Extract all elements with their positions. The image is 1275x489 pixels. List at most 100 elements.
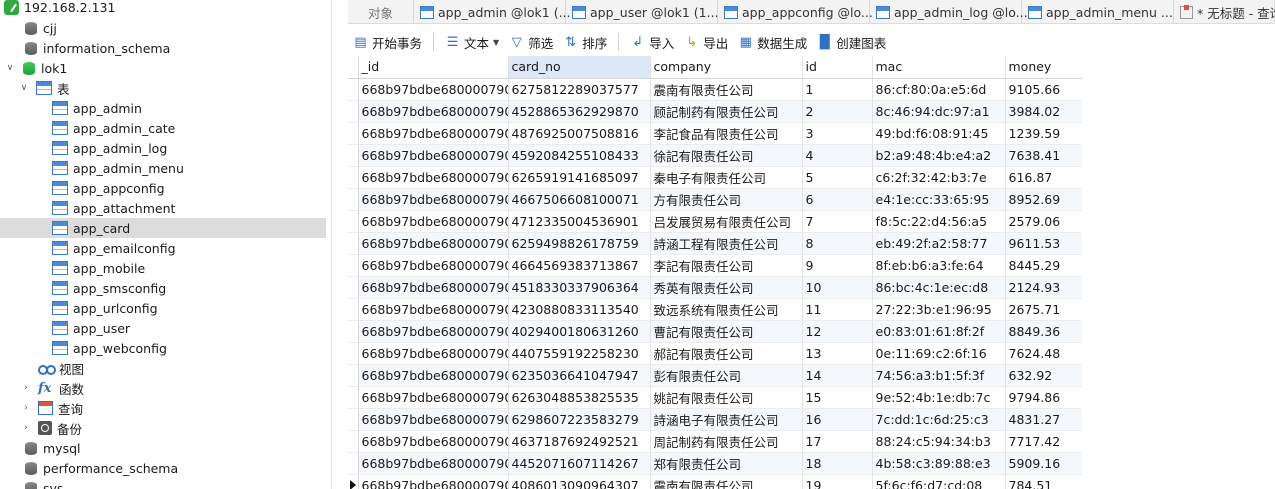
cell--id[interactable]: 668b97bdbe6800007900 (358, 386, 509, 409)
cell-card-no[interactable]: 6265919141685097 (508, 166, 651, 189)
row-indicator[interactable] (348, 100, 359, 123)
row-indicator[interactable] (348, 386, 359, 409)
cell--id[interactable]: 668b97bdbe6800007900 (358, 298, 509, 321)
create-chart-button[interactable]: ▐▌ 创建图表 (812, 29, 891, 55)
cell-id[interactable]: 7 (802, 210, 873, 233)
row-indicator[interactable] (348, 452, 359, 475)
data-generation-button[interactable]: ▦ 数据生成 (733, 29, 812, 55)
tab-app-admin-log[interactable]: app_admin_log @lo... (870, 0, 1028, 23)
row-indicator[interactable] (348, 276, 359, 299)
table-row[interactable]: 668b97bdbe6800007900 6275812289037577 震南有限… (348, 78, 1082, 101)
cell-money[interactable]: 8445.29 (1005, 254, 1082, 277)
cell-id[interactable]: 14 (802, 364, 873, 387)
begin-transaction-button[interactable]: ▤ 开始事务 (348, 29, 427, 55)
cell-company[interactable]: 吕发展贸易有限责任公司 (650, 210, 803, 233)
tree-views[interactable]: 视图 (38, 358, 331, 378)
sidebar-table-app-urlconfig[interactable]: app_urlconfig (0, 298, 326, 318)
cell-mac[interactable]: e0:83:01:61:8f:2f (872, 320, 1006, 343)
cell-money[interactable]: 5909.16 (1005, 452, 1082, 475)
table-row[interactable]: 668b97bdbe6800007900 4230880833113540 致远系统… (348, 298, 1082, 321)
column-header-mac[interactable]: mac (872, 56, 1006, 79)
chevron-right-icon[interactable]: › (20, 382, 32, 394)
table-row[interactable]: 668b97bdbe6800007900 6259498826178759 詩涵工程… (348, 232, 1082, 255)
cell-card-no[interactable]: 4528865362929870 (508, 100, 651, 123)
cell-mac[interactable]: e4:1e:cc:33:65:95 (872, 188, 1006, 211)
cell-card-no[interactable]: 4637187692492521 (508, 430, 651, 453)
column-header--id[interactable]: _id (358, 56, 509, 79)
cell-id[interactable]: 9 (802, 254, 873, 277)
cell-card-no[interactable]: 6275812289037577 (508, 78, 651, 101)
column-header-id[interactable]: id (802, 56, 873, 79)
table-row[interactable]: 668b97bdbe6800007900 4637187692492521 周記制药… (348, 430, 1082, 453)
tree-db-performance-schema[interactable]: performance_schema (24, 458, 331, 478)
cell-mac[interactable]: 8c:46:94:dc:97:a1 (872, 100, 1006, 123)
cell-money[interactable]: 9794.86 (1005, 386, 1082, 409)
row-indicator[interactable] (348, 474, 359, 489)
cell-id[interactable]: 12 (802, 320, 873, 343)
sidebar-table-app-emailconfig[interactable]: app_emailconfig (0, 238, 326, 258)
cell-money[interactable]: 1239.59 (1005, 122, 1082, 145)
row-indicator[interactable] (348, 320, 359, 343)
cell-company[interactable]: 方有限责任公司 (650, 188, 803, 211)
cell-card-no[interactable]: 4452071607114267 (508, 452, 651, 475)
tab-app-admin-menu[interactable]: app_admin_menu ... (1022, 0, 1174, 23)
cell--id[interactable]: 668b97bdbe6800007900 (358, 144, 509, 167)
cell-card-no[interactable]: 4518330337906364 (508, 276, 651, 299)
cell-card-no[interactable]: 6259498826178759 (508, 232, 651, 255)
tree-db-lok1[interactable]: ∨ lok1 (4, 58, 330, 78)
cell-company[interactable]: 郑有限责任公司 (650, 452, 803, 475)
cell--id[interactable]: 668b97bdbe6800007900 (358, 122, 509, 145)
row-indicator[interactable] (348, 298, 359, 321)
cell-company[interactable]: 致远系统有限责任公司 (650, 298, 803, 321)
tree-db-mysql[interactable]: mysql (24, 438, 331, 458)
cell-mac[interactable]: 7c:dd:1c:6d:25:c3 (872, 408, 1006, 431)
tab-app-user[interactable]: app_user @lok1 (1... (566, 0, 719, 23)
sidebar-table-app-smsconfig[interactable]: app_smsconfig (0, 278, 326, 298)
cell-company[interactable]: 曹記有限责任公司 (650, 320, 803, 343)
filter-button[interactable]: ▽ 筛选 (504, 29, 558, 55)
cell-company[interactable]: 李記食品有限责任公司 (650, 122, 803, 145)
sidebar-table-app-user[interactable]: app_user (0, 318, 326, 338)
row-indicator[interactable] (348, 408, 359, 431)
cell-money[interactable]: 2675.71 (1005, 298, 1082, 321)
cell-id[interactable]: 13 (802, 342, 873, 365)
cell-money[interactable]: 632.92 (1005, 364, 1082, 387)
table-row[interactable]: 668b97bdbe6800007900 4664569383713867 李記有限… (348, 254, 1082, 277)
cell-mac[interactable]: 9e:52:4b:1e:db:7c (872, 386, 1006, 409)
row-indicator[interactable] (348, 210, 359, 233)
table-row[interactable]: 668b97bdbe6800007900 6265919141685097 秦电子有… (348, 166, 1082, 189)
tree-db-information-schema[interactable]: information_schema (24, 38, 331, 58)
cell-company[interactable]: 姚記有限责任公司 (650, 386, 803, 409)
cell-company[interactable]: 李記有限责任公司 (650, 254, 803, 277)
cell-id[interactable]: 3 (802, 122, 873, 145)
cell--id[interactable]: 668b97bdbe6800007900 (358, 100, 509, 123)
cell-mac[interactable]: 8f:eb:b6:a3:fe:64 (872, 254, 1006, 277)
cell-money[interactable]: 616.87 (1005, 166, 1082, 189)
chevron-down-icon[interactable]: ∨ (4, 62, 16, 74)
sidebar-table-app-admin-menu[interactable]: app_admin_menu (0, 158, 326, 178)
cell-id[interactable]: 4 (802, 144, 873, 167)
cell-money[interactable]: 8952.69 (1005, 188, 1082, 211)
cell-id[interactable]: 1 (802, 78, 873, 101)
cell-mac[interactable]: 27:22:3b:e1:96:95 (872, 298, 1006, 321)
cell-money[interactable]: 8849.36 (1005, 320, 1082, 343)
cell-id[interactable]: 17 (802, 430, 873, 453)
cell-card-no[interactable]: 4712335004536901 (508, 210, 651, 233)
cell-mac[interactable]: 0e:11:69:c2:6f:16 (872, 342, 1006, 365)
cell-card-no[interactable]: 6235036641047947 (508, 364, 651, 387)
table-row[interactable]: 668b97bdbe6800007900 6235036641047947 彭有限责… (348, 364, 1082, 387)
tab-app-appconfig[interactable]: app_appconfig @lo... (718, 0, 873, 23)
tab-objects[interactable]: 对象 (348, 0, 414, 23)
cell-company[interactable]: 徐記有限责任公司 (650, 144, 803, 167)
tree-functions[interactable]: › fx 函数 (20, 378, 331, 398)
cell-id[interactable]: 18 (802, 452, 873, 475)
cell-mac[interactable]: 88:24:c5:94:34:b3 (872, 430, 1006, 453)
cell-card-no[interactable]: 4029400180631260 (508, 320, 651, 343)
cell-company[interactable]: 郝記有限责任公司 (650, 342, 803, 365)
chevron-right-icon[interactable]: › (20, 402, 32, 414)
cell--id[interactable]: 668b97bdbe6800007900 (358, 78, 509, 101)
cell-card-no[interactable]: 4407559192258230 (508, 342, 651, 365)
import-button[interactable]: ↲ 导入 (625, 29, 679, 55)
cell-mac[interactable]: f8:5c:22:d4:56:a5 (872, 210, 1006, 233)
sidebar-table-app-admin-cate[interactable]: app_admin_cate (0, 118, 326, 138)
